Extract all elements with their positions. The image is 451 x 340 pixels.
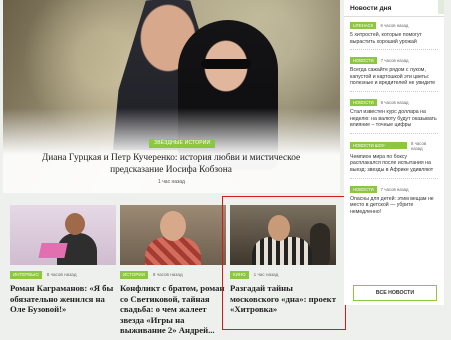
photo-laptop bbox=[38, 243, 68, 258]
news-badge[interactable]: НОВОСТИ bbox=[350, 57, 377, 65]
news-time: 7 часов назад bbox=[380, 58, 409, 64]
article-card[interactable]: ИНТЕРВЬЮ 8 часов назад Роман Каграманов:… bbox=[10, 205, 116, 315]
news-badge[interactable]: НОВОСТИ bbox=[350, 98, 377, 106]
news-item[interactable]: НОВОСТИ ШОУ-БИЗНЕСА 8 часов назад Чемпио… bbox=[344, 136, 444, 181]
article-title[interactable]: Роман Каграманов: «Я бы обязательно жени… bbox=[10, 283, 116, 315]
news-time: 8 часов назад bbox=[380, 99, 409, 105]
news-item-meta: НОВОСТИ 7 часов назад bbox=[350, 57, 438, 65]
page: ЗВЁЗДНЫЕ ИСТОРИИ Диана Гурцкая и Петр Ку… bbox=[0, 0, 451, 340]
hero-time: 1 час назад bbox=[158, 179, 185, 185]
article-image[interactable] bbox=[120, 205, 226, 265]
divider bbox=[350, 49, 438, 51]
news-item[interactable]: НОВОСТИ 7 часов назад Опасны для детей: … bbox=[344, 181, 444, 218]
sidebar-title: Новости дня bbox=[344, 0, 444, 17]
article-time: 8 часов назад bbox=[152, 272, 183, 277]
news-time: 6 часов назад bbox=[380, 23, 409, 28]
news-badge[interactable]: НОВОСТИ bbox=[350, 185, 377, 193]
news-sidebar: Новости дня LIFEHACK 6 часов назад 5 хит… bbox=[344, 0, 444, 305]
news-badge[interactable]: LIFEHACK bbox=[350, 22, 377, 29]
photo-face bbox=[160, 211, 186, 241]
photo-figure bbox=[145, 237, 201, 265]
article-card[interactable]: ИСТОРИИ 8 часов назад Конфликт с братом,… bbox=[120, 205, 226, 336]
article-image[interactable] bbox=[10, 205, 116, 265]
selection-highlight bbox=[222, 196, 346, 330]
divider bbox=[350, 177, 438, 179]
sunglasses-shape bbox=[201, 59, 251, 69]
news-item[interactable]: НОВОСТИ 8 часов назад Стал известен курс… bbox=[344, 94, 444, 136]
all-news-button[interactable]: ВСЕ НОВОСТИ bbox=[353, 285, 437, 301]
article-title[interactable]: Конфликт с братом, роман со Светиковой, … bbox=[120, 283, 226, 336]
article-meta: ИСТОРИИ 8 часов назад bbox=[120, 270, 226, 279]
news-headline[interactable]: 5 хитростей, которые помогут вырастить х… bbox=[350, 32, 438, 45]
page-margin bbox=[444, 0, 451, 340]
news-headline[interactable]: Стал известен курс доллара на неделю: на… bbox=[350, 109, 438, 129]
news-time: 8 часов назад bbox=[411, 140, 427, 151]
news-item-meta: LIFEHACK 6 часов назад bbox=[350, 22, 438, 29]
divider bbox=[350, 90, 438, 92]
article-badge[interactable]: ИНТЕРВЬЮ bbox=[10, 270, 42, 279]
news-item[interactable]: НОВОСТИ 7 часов назад Всегда сажайте ряд… bbox=[344, 52, 444, 94]
article-meta: ИНТЕРВЬЮ 8 часов назад bbox=[10, 270, 116, 279]
news-badge[interactable]: НОВОСТИ ШОУ-БИЗНЕСА bbox=[350, 142, 408, 155]
sidebar-title-text: Новости дня bbox=[350, 5, 392, 12]
divider bbox=[350, 132, 438, 134]
hero-category-badge[interactable]: ЗВЁЗДНЫЕ ИСТОРИИ bbox=[149, 139, 216, 148]
news-time: 7 часов назад bbox=[380, 186, 409, 192]
news-headline[interactable]: Чемпион мира по боксу расплакался после … bbox=[350, 154, 438, 174]
news-item-meta: НОВОСТИ ШОУ-БИЗНЕСА 8 часов назад bbox=[350, 140, 438, 155]
hero-title[interactable]: Диана Гурцкая и Петр Кучеренко: история … bbox=[15, 152, 327, 176]
article-badge[interactable]: ИСТОРИИ bbox=[120, 270, 148, 279]
news-headline[interactable]: Всегда сажайте рядом с луком, капустой и… bbox=[350, 67, 438, 87]
photo-face bbox=[65, 213, 85, 235]
news-item-meta: НОВОСТИ 7 часов назад bbox=[350, 185, 438, 193]
hero-article[interactable]: ЗВЁЗДНЫЕ ИСТОРИИ Диана Гурцкая и Петр Ку… bbox=[3, 0, 340, 193]
news-item-meta: НОВОСТИ 8 часов назад bbox=[350, 98, 438, 106]
news-item[interactable]: LIFEHACK 6 часов назад 5 хитростей, кото… bbox=[344, 17, 444, 52]
news-headline[interactable]: Опасны для детей: этим вещам не место в … bbox=[350, 196, 438, 216]
article-time: 8 часов назад bbox=[46, 272, 77, 277]
